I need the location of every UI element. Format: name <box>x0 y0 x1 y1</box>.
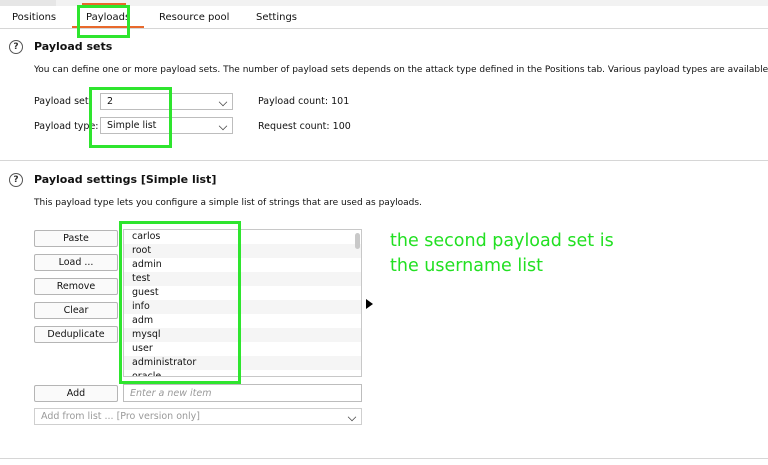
list-item[interactable]: carlos <box>124 230 361 244</box>
list-item[interactable]: info <box>124 300 361 314</box>
add-from-list-select[interactable]: Add from list ... [Pro version only] <box>34 408 362 425</box>
payload-count-label: Payload count: 101 <box>258 96 350 107</box>
list-item[interactable]: guest <box>124 286 361 300</box>
clear-button[interactable]: Clear <box>34 302 118 319</box>
chevron-down-icon <box>218 97 228 107</box>
annotation-line: the second payload set is <box>390 231 614 251</box>
add-from-list-value: Add from list ... [Pro version only] <box>41 411 201 422</box>
list-item[interactable]: administrator <box>124 356 361 370</box>
list-item[interactable]: mysql <box>124 328 361 342</box>
chevron-down-icon <box>218 121 228 131</box>
remove-button[interactable]: Remove <box>34 278 118 295</box>
list-item[interactable]: user <box>124 342 361 356</box>
payload-set-value: 2 <box>107 96 114 107</box>
payload-type-select[interactable]: Simple list <box>100 117 233 134</box>
play-arrow-icon[interactable] <box>366 299 373 309</box>
section-divider <box>0 458 768 459</box>
annotation-line: the username list <box>390 256 544 276</box>
payload-settings-title: Payload settings [Simple list] <box>34 173 217 186</box>
payload-sets-title: Payload sets <box>34 40 113 53</box>
tab-resource-pool[interactable]: Resource pool <box>159 12 229 23</box>
payload-type-label: Payload type: <box>34 121 99 132</box>
list-item[interactable]: test <box>124 272 361 286</box>
list-item[interactable]: root <box>124 244 361 258</box>
payload-list[interactable]: carlos root admin test guest info adm my… <box>123 229 362 377</box>
payload-set-label: Payload set: <box>34 96 92 107</box>
tab-positions[interactable]: Positions <box>12 12 56 23</box>
intruder-tab-bar: Positions Payloads Resource pool Setting… <box>0 6 768 29</box>
list-item[interactable]: admin <box>124 258 361 272</box>
tab-payloads[interactable]: Payloads <box>86 12 130 23</box>
paste-button[interactable]: Paste <box>34 230 118 247</box>
payload-set-select[interactable]: 2 <box>100 93 233 110</box>
list-item[interactable]: adm <box>124 314 361 328</box>
payload-type-value: Simple list <box>107 120 157 131</box>
tab-settings[interactable]: Settings <box>256 12 297 23</box>
help-icon[interactable]: ? <box>9 40 23 54</box>
list-scrollbar[interactable] <box>355 233 360 249</box>
section-divider <box>0 160 768 161</box>
request-count-label: Request count: 100 <box>258 121 351 132</box>
payload-count-value: 101 <box>331 96 350 107</box>
chevron-down-icon <box>347 412 357 422</box>
payload-settings-description: This payload type lets you configure a s… <box>34 198 422 208</box>
request-count-value: 100 <box>332 121 351 132</box>
deduplicate-button[interactable]: Deduplicate <box>34 326 118 343</box>
add-button[interactable]: Add <box>34 385 118 402</box>
load-button[interactable]: Load ... <box>34 254 118 271</box>
help-icon[interactable]: ? <box>9 173 23 187</box>
payload-sets-description: You can define one or more payload sets.… <box>34 65 768 75</box>
list-item[interactable]: oracle <box>124 370 361 376</box>
new-item-input[interactable]: Enter a new item <box>123 384 362 402</box>
active-tab-underline <box>72 26 144 28</box>
annotation-text: the second payload set is the username l… <box>390 229 614 279</box>
